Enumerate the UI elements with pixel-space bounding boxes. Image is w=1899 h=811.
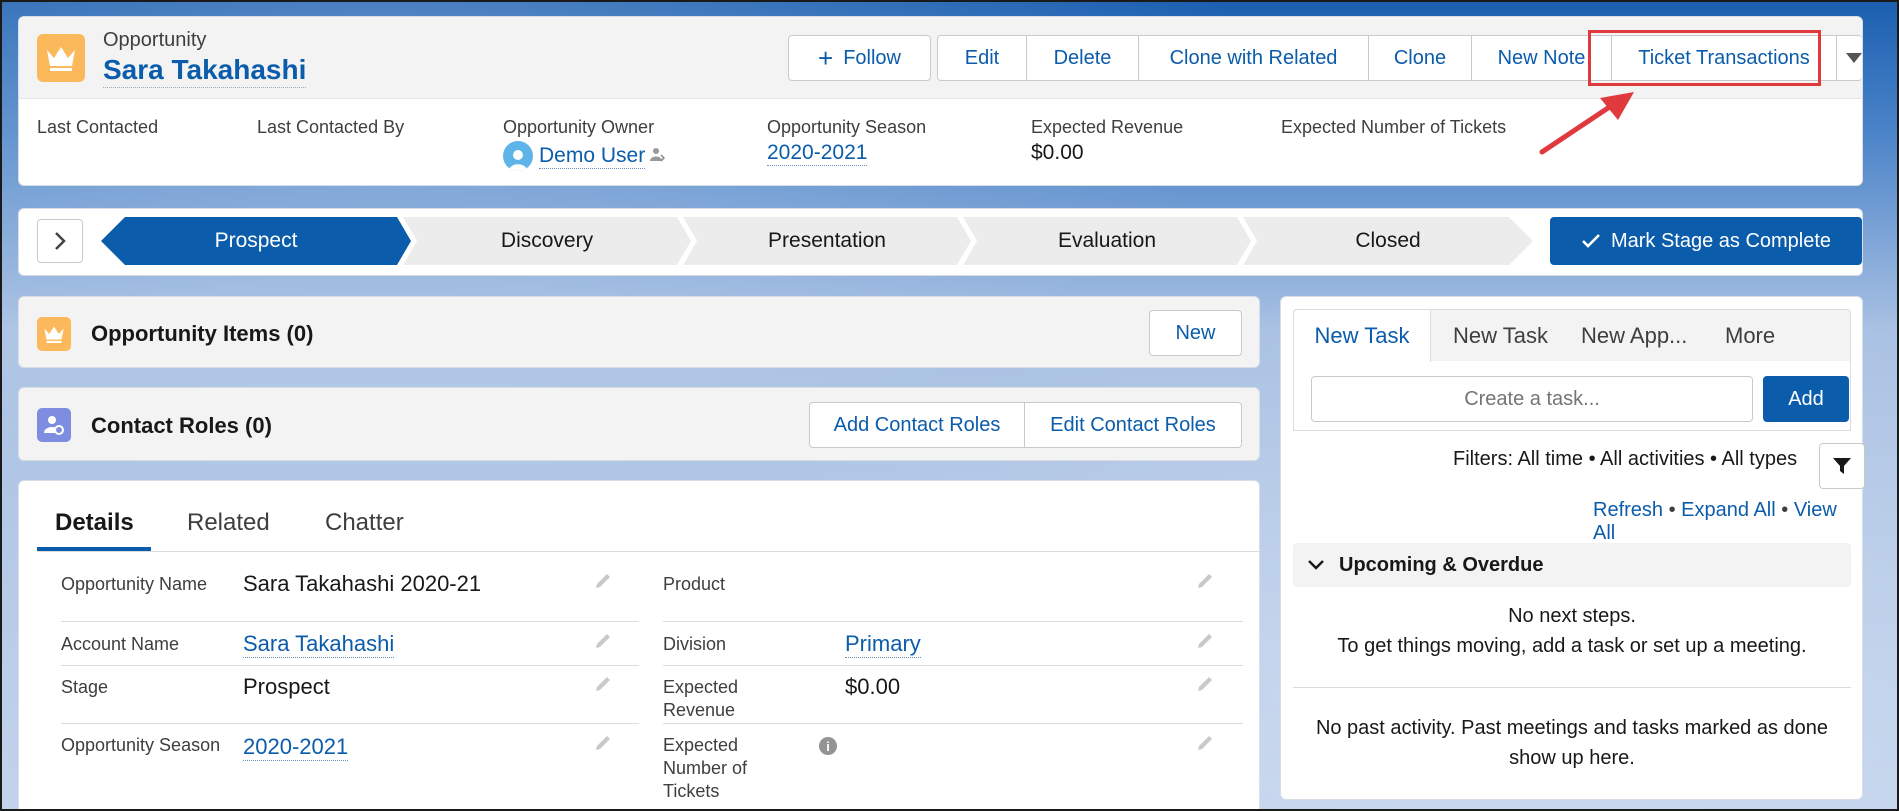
filter-button[interactable]	[1819, 443, 1865, 489]
stage-label: Stage	[61, 677, 109, 697]
tab-new-task-active[interactable]: New Task	[1293, 309, 1431, 362]
info-icon[interactable]: i	[819, 737, 837, 755]
change-owner-icon[interactable]	[649, 144, 666, 168]
clone-with-related-button[interactable]: Clone with Related	[1138, 35, 1369, 81]
opportunity-owner-value: Demo User	[503, 141, 666, 171]
expected-tickets-label: Expected Number of Tickets	[1281, 117, 1507, 137]
product-label: Product	[663, 574, 726, 594]
field-divider	[61, 665, 639, 666]
field-divider	[663, 723, 1243, 724]
tab-divider	[37, 551, 1259, 552]
tab-details[interactable]: Details	[55, 509, 134, 537]
field-divider	[663, 665, 1243, 666]
opportunity-season-label: Opportunity Season	[767, 117, 927, 137]
account-name-link[interactable]: Sara Takahashi	[243, 631, 395, 658]
record-object-type: Opportunity	[103, 29, 207, 51]
tab-new-task[interactable]: New Task	[1453, 323, 1548, 349]
activity-panel: New Task New Task New App... More Add Fi…	[1280, 296, 1865, 800]
path-step-discovery[interactable]: Discovery	[403, 217, 691, 265]
division-link[interactable]: Primary	[845, 631, 921, 658]
field-divider	[663, 621, 1243, 622]
pencil-icon[interactable]	[593, 571, 613, 591]
highlight-box	[1588, 30, 1821, 86]
link-separator: •	[1781, 499, 1789, 521]
stage-value: Prospect	[243, 674, 330, 699]
link-separator: •	[1668, 499, 1676, 521]
crown-icon	[37, 317, 71, 351]
path-step-evaluation[interactable]: Evaluation	[963, 217, 1251, 265]
contact-roles-title: Contact Roles (0)	[91, 413, 272, 438]
new-opportunity-item-button[interactable]: New	[1149, 310, 1242, 356]
checkmark-icon	[1582, 234, 1600, 248]
clone-button[interactable]: Clone	[1368, 35, 1472, 81]
mark-stage-complete-button[interactable]: Mark Stage as Complete	[1550, 217, 1862, 265]
owner-link[interactable]: Demo User	[539, 144, 646, 169]
opportunity-name-label: Opportunity Name	[61, 574, 208, 594]
contact-role-icon	[37, 408, 71, 442]
field-divider	[61, 723, 639, 724]
path-step-prospect[interactable]: Prospect	[101, 217, 411, 265]
pencil-icon[interactable]	[1195, 733, 1215, 753]
tab-more[interactable]: More	[1725, 323, 1775, 349]
avatar	[503, 141, 533, 171]
edit-button[interactable]: Edit	[937, 35, 1027, 81]
account-name-label: Account Name	[61, 634, 180, 654]
expected-tickets-label: Expected Number of Tickets	[663, 735, 748, 801]
funnel-icon	[1833, 458, 1851, 474]
opportunity-owner-label: Opportunity Owner	[503, 117, 655, 137]
field-divider	[61, 621, 639, 622]
expected-revenue-value: $0.00	[845, 674, 901, 699]
pencil-icon[interactable]	[593, 733, 613, 753]
no-next-steps-text: No next steps.	[1508, 605, 1636, 627]
pencil-icon[interactable]	[1195, 674, 1215, 694]
expected-revenue-label: Expected Revenue	[663, 677, 739, 720]
tab-new-appointment[interactable]: New App...	[1581, 323, 1687, 349]
refresh-link[interactable]: Refresh	[1593, 499, 1663, 521]
annotation-arrow-icon	[1539, 92, 1634, 155]
last-contacted-by-label: Last Contacted By	[257, 117, 405, 137]
last-contacted-label: Last Contacted	[37, 117, 159, 137]
pencil-icon[interactable]	[593, 631, 613, 651]
path-step-closed[interactable]: Closed	[1243, 217, 1533, 265]
add-task-button[interactable]: Add	[1763, 376, 1849, 422]
sales-path: Prospect Discovery Presentation Evaluati…	[18, 208, 1863, 276]
path-toggle-button[interactable]	[37, 219, 83, 263]
opportunity-name-value: Sara Takahashi 2020-21	[243, 571, 482, 596]
no-past-activity-text: No past activity. Past meetings and task…	[1315, 717, 1829, 769]
activity-links: Refresh • Expand All • View All	[1593, 499, 1862, 545]
opportunity-season-link[interactable]: 2020-2021	[767, 141, 868, 166]
tab-chatter[interactable]: Chatter	[325, 509, 404, 537]
opportunity-season-label: Opportunity Season	[61, 735, 221, 755]
upcoming-overdue-header[interactable]: Upcoming & Overdue	[1293, 543, 1851, 587]
chevron-down-icon	[1845, 53, 1862, 63]
follow-button[interactable]: + Follow	[788, 35, 931, 81]
details-panel: Details Related Chatter Opportunity Name…	[18, 480, 1260, 811]
add-contact-roles-button[interactable]: Add Contact Roles	[809, 402, 1025, 448]
plus-icon: +	[818, 43, 834, 73]
expected-revenue-label: Expected Revenue	[1031, 117, 1184, 137]
opportunity-items-card: Opportunity Items (0) New	[18, 296, 1260, 368]
activity-divider	[1293, 687, 1851, 688]
pencil-icon[interactable]	[593, 674, 613, 694]
expected-revenue-value: $0.00	[1031, 141, 1084, 164]
activity-filters-text: Filters: All time • All activities • All…	[1453, 448, 1798, 470]
create-task-input[interactable]	[1311, 376, 1753, 422]
chevron-right-icon	[55, 232, 66, 250]
expand-all-link[interactable]: Expand All	[1681, 499, 1776, 521]
opportunity-items-title: Opportunity Items (0)	[91, 321, 314, 346]
more-actions-button[interactable]	[1836, 35, 1862, 81]
path-step-presentation[interactable]: Presentation	[683, 217, 971, 265]
tab-related[interactable]: Related	[187, 509, 270, 537]
pencil-icon[interactable]	[1195, 631, 1215, 651]
delete-button[interactable]: Delete	[1026, 35, 1139, 81]
division-label: Division	[663, 634, 727, 654]
contact-roles-card: Contact Roles (0) Add Contact Roles Edit…	[18, 387, 1260, 461]
edit-contact-roles-button[interactable]: Edit Contact Roles	[1024, 402, 1242, 448]
pencil-icon[interactable]	[1195, 571, 1215, 591]
no-next-steps-hint: To get things moving, add a task or set …	[1337, 635, 1807, 657]
record-title[interactable]: Sara Takahashi	[103, 53, 307, 88]
opportunity-season-link[interactable]: 2020-2021	[243, 734, 349, 761]
chevron-down-icon	[1308, 560, 1324, 570]
crown-icon	[37, 34, 85, 82]
